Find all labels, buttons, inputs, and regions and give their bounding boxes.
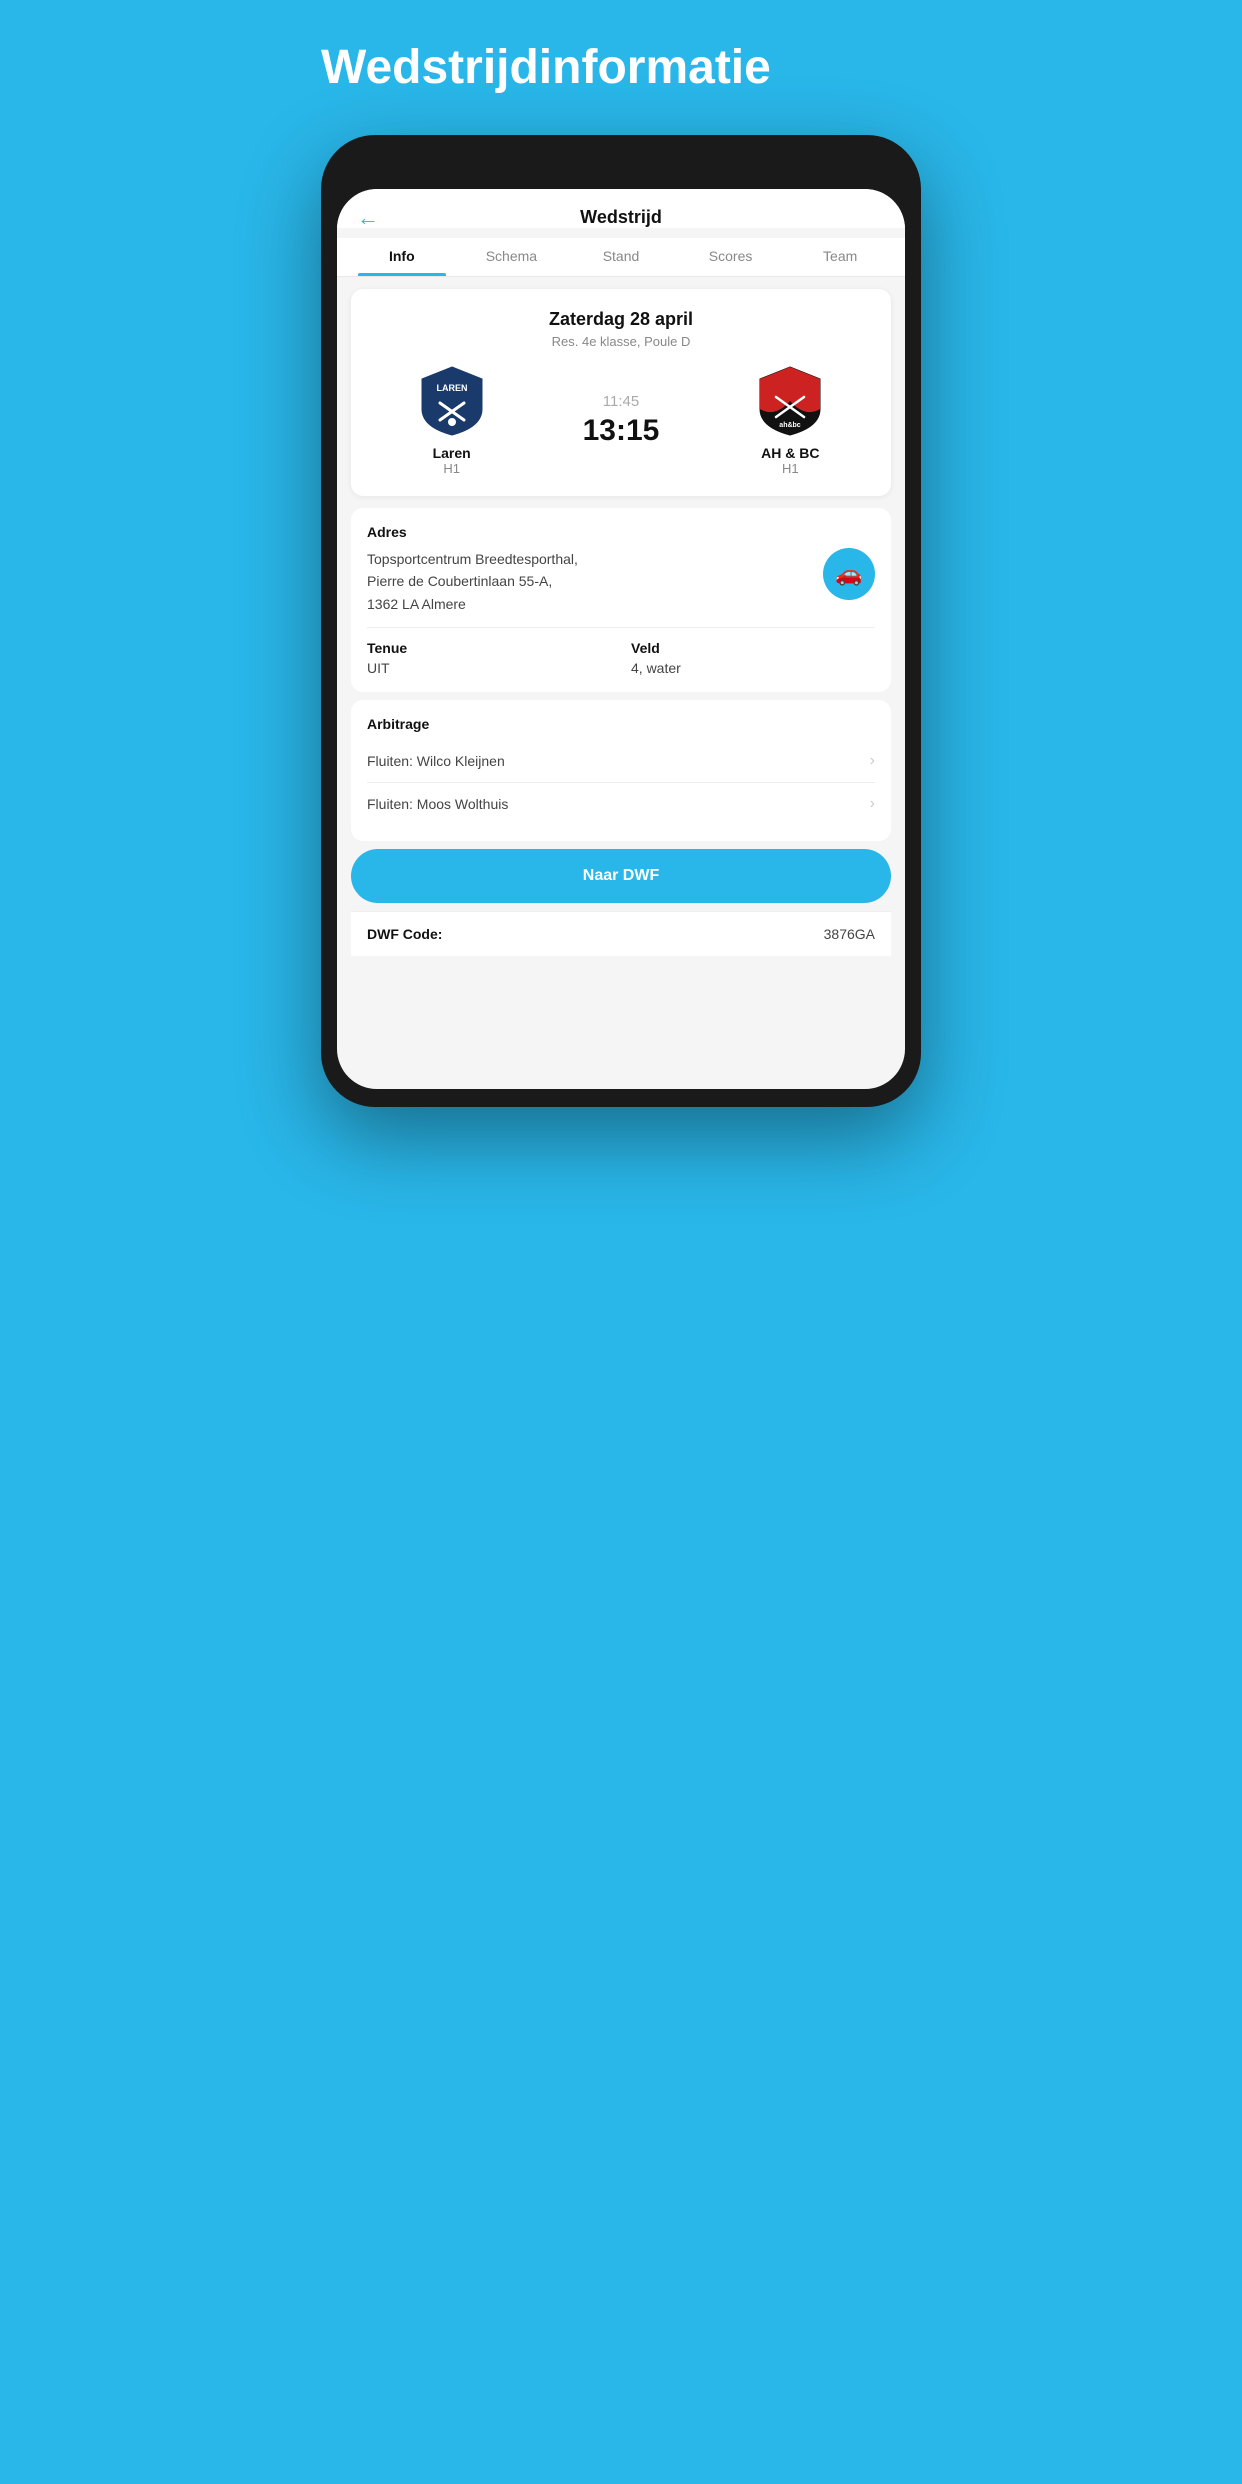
match-date: Zaterdag 28 april: [367, 309, 875, 330]
tab-info[interactable]: Info: [347, 238, 457, 276]
chevron-right-icon-1: ›: [870, 752, 875, 770]
dwf-button[interactable]: Naar DWF: [351, 849, 891, 903]
dwf-code-label: DWF Code:: [367, 926, 442, 942]
tab-team[interactable]: Team: [785, 238, 895, 276]
tenue-label: Tenue: [367, 640, 611, 656]
app-header: ← Wedstrijd: [337, 189, 905, 228]
dwf-section: Naar DWF: [351, 849, 891, 903]
arbitrage-row-1[interactable]: Fluiten: Wilco Kleijnen ›: [367, 740, 875, 782]
away-team-block: ah&bc AH & BC H1: [706, 365, 875, 476]
address-text: Topsportcentrum Breedtesporthal, Pierre …: [367, 548, 811, 615]
dwf-code-value: 3876GA: [824, 926, 875, 942]
home-team-name: Laren: [433, 445, 471, 461]
address-label: Adres: [367, 524, 875, 540]
match-card: Zaterdag 28 april Res. 4e klasse, Poule …: [351, 289, 891, 496]
away-team-sub: H1: [782, 461, 799, 476]
match-teams: LAREN Laren H1 11:45 13:15: [367, 365, 875, 476]
phone-shell: ← Wedstrijd Info Schema Stand Scores Tea…: [321, 135, 921, 1107]
home-team-logo: LAREN: [420, 365, 484, 437]
phone-notch: [561, 153, 681, 181]
details-row: Tenue UIT Veld 4, water: [367, 640, 875, 676]
score-main: 13:15: [583, 414, 660, 448]
car-icon: 🚗: [835, 561, 862, 587]
tab-schema[interactable]: Schema: [457, 238, 567, 276]
divider: [367, 627, 875, 628]
away-team-logo: ah&bc: [758, 365, 822, 437]
svg-text:LAREN: LAREN: [436, 383, 467, 393]
away-team-name: AH & BC: [761, 445, 819, 461]
tab-stand[interactable]: Stand: [566, 238, 676, 276]
navigation-button[interactable]: 🚗: [823, 548, 875, 600]
phone-screen: ← Wedstrijd Info Schema Stand Scores Tea…: [337, 189, 905, 1089]
match-class: Res. 4e klasse, Poule D: [367, 334, 875, 349]
dwf-code-row: DWF Code: 3876GA: [351, 911, 891, 956]
screen-title: Wedstrijd: [580, 207, 662, 228]
veld-value: 4, water: [631, 660, 875, 676]
svg-text:ah&bc: ah&bc: [780, 422, 802, 429]
arbitrage-section: Arbitrage Fluiten: Wilco Kleijnen › Flui…: [351, 700, 891, 841]
tenue-block: Tenue UIT: [367, 640, 611, 676]
tab-scores[interactable]: Scores: [676, 238, 786, 276]
arbitrage-row-2[interactable]: Fluiten: Moos Wolthuis ›: [367, 782, 875, 825]
tab-bar: Info Schema Stand Scores Team: [337, 238, 905, 277]
address-row: Topsportcentrum Breedtesporthal, Pierre …: [367, 548, 875, 615]
score-time: 11:45: [603, 393, 639, 410]
chevron-right-icon-2: ›: [870, 795, 875, 813]
veld-block: Veld 4, water: [631, 640, 875, 676]
arbitrage-text-1: Fluiten: Wilco Kleijnen: [367, 753, 505, 769]
address-section: Adres Topsportcentrum Breedtesporthal, P…: [351, 508, 891, 692]
page-title: Wedstrijdinformatie: [311, 40, 931, 95]
arbitrage-label: Arbitrage: [367, 716, 875, 732]
home-team-block: LAREN Laren H1: [367, 365, 536, 476]
back-button[interactable]: ←: [357, 205, 379, 231]
tenue-value: UIT: [367, 660, 611, 676]
veld-label: Veld: [631, 640, 875, 656]
score-block: 11:45 13:15: [536, 393, 705, 448]
home-team-sub: H1: [443, 461, 460, 476]
arbitrage-text-2: Fluiten: Moos Wolthuis: [367, 796, 508, 812]
